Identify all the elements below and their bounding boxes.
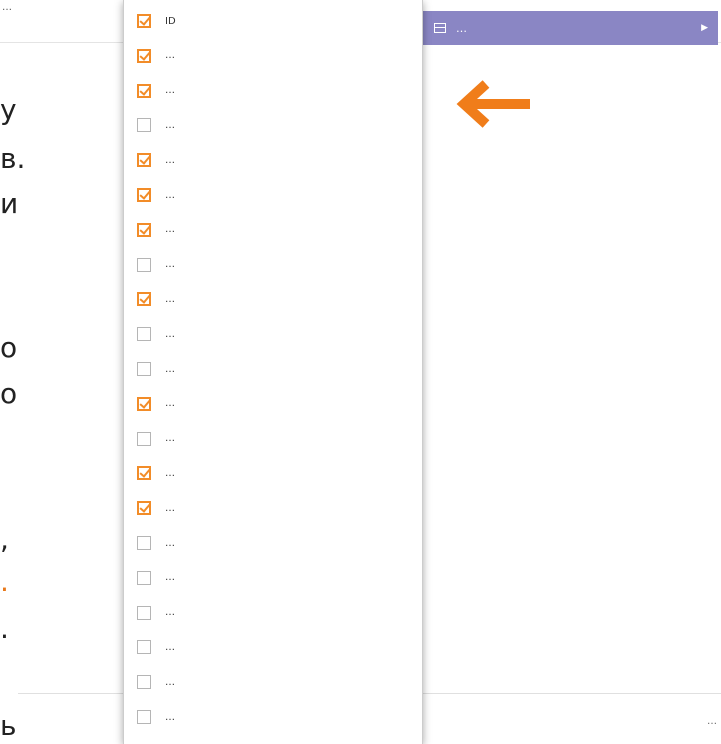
checkbox-unchecked[interactable]: [137, 118, 151, 133]
background-text-fragment: .: [0, 565, 9, 598]
checkbox-unchecked[interactable]: [137, 570, 151, 585]
checkbox-unchecked[interactable]: [137, 362, 151, 376]
checkbox-checked[interactable]: [137, 222, 151, 237]
column-option-label: …: [165, 398, 175, 410]
column-option[interactable]: …: [137, 358, 417, 380]
background-text-fragment: ь: [0, 709, 17, 742]
column-option-label: …: [165, 259, 175, 271]
background-text-fragment: .: [0, 612, 9, 645]
column-chooser-dropdown: ID … … … … … … … … … … … … … … … … … … … …: [123, 0, 423, 744]
column-option[interactable]: …: [137, 184, 417, 206]
checkbox-unchecked[interactable]: [137, 257, 151, 272]
left-arrow-icon: [456, 80, 530, 128]
checkbox-checked[interactable]: [137, 466, 151, 481]
checkbox-unchecked[interactable]: [137, 431, 151, 446]
checkbox-unchecked[interactable]: [137, 327, 151, 342]
column-option[interactable]: …: [137, 323, 417, 345]
column-option[interactable]: …: [137, 462, 417, 484]
column-option-label: …: [165, 676, 175, 688]
column-option[interactable]: …: [137, 288, 417, 310]
checkbox-checked[interactable]: [137, 188, 151, 202]
column-option-label: …: [165, 363, 175, 375]
column-option[interactable]: …: [137, 532, 417, 554]
column-option-label: …: [165, 572, 175, 584]
background-text-fragment: о: [0, 377, 18, 410]
background-toolbar-text: …: [2, 2, 12, 13]
column-option-label: …: [165, 85, 175, 97]
columns-icon: [434, 23, 446, 33]
background-text-fragment: у: [0, 93, 17, 126]
column-option[interactable]: …: [137, 45, 417, 67]
checkbox-checked[interactable]: [137, 14, 151, 28]
column-option-label: …: [165, 293, 175, 305]
column-option-label: …: [165, 189, 175, 201]
column-option[interactable]: …: [137, 602, 417, 624]
column-option-label: …: [165, 641, 175, 653]
checkbox-checked[interactable]: [137, 48, 151, 63]
column-option-label: …: [165, 711, 175, 723]
column-option-label: …: [165, 154, 175, 166]
column-option[interactable]: …: [137, 114, 417, 136]
column-option-label: …: [165, 328, 175, 340]
column-option-label: …: [165, 467, 175, 479]
column-option-label: …: [165, 119, 175, 131]
background-text-fragment: ,: [0, 523, 9, 556]
caret-right-icon: ▶: [701, 23, 708, 33]
column-option[interactable]: …: [137, 393, 417, 415]
checkbox-checked[interactable]: [137, 292, 151, 307]
column-option-label: …: [165, 607, 175, 619]
column-option[interactable]: …: [137, 636, 417, 658]
background-text-fragment: и: [0, 187, 19, 220]
column-option-label: …: [165, 50, 175, 62]
checkbox-unchecked[interactable]: [137, 710, 151, 724]
column-option[interactable]: …: [137, 671, 417, 693]
columns-button-label: …: [456, 21, 467, 35]
column-option-label: ID: [165, 15, 176, 27]
column-option-label: …: [165, 224, 175, 236]
checkbox-unchecked[interactable]: [137, 675, 151, 690]
column-option[interactable]: …: [137, 80, 417, 102]
column-option[interactable]: ID: [137, 10, 417, 32]
checkbox-checked[interactable]: [137, 153, 151, 168]
checkbox-unchecked[interactable]: [137, 640, 151, 655]
checkbox-unchecked[interactable]: [137, 605, 151, 620]
column-option[interactable]: …: [137, 706, 417, 728]
column-option[interactable]: …: [137, 567, 417, 589]
checkbox-checked[interactable]: [137, 396, 151, 411]
checkbox-unchecked[interactable]: [137, 536, 151, 550]
column-option-label: …: [165, 433, 175, 445]
columns-button[interactable]: … ▶: [422, 11, 718, 45]
column-option-label: …: [165, 537, 175, 549]
column-option[interactable]: …: [137, 428, 417, 450]
column-option[interactable]: …: [137, 219, 417, 241]
column-option[interactable]: …: [137, 149, 417, 171]
checkbox-checked[interactable]: [137, 501, 151, 516]
background-text-fragment: о: [0, 331, 18, 364]
column-option[interactable]: …: [137, 497, 417, 519]
footer-text: …: [707, 716, 717, 727]
background-text-fragment: в.: [0, 142, 26, 175]
column-option-label: …: [165, 502, 175, 514]
checkbox-checked[interactable]: [137, 83, 151, 98]
column-option[interactable]: …: [137, 254, 417, 276]
